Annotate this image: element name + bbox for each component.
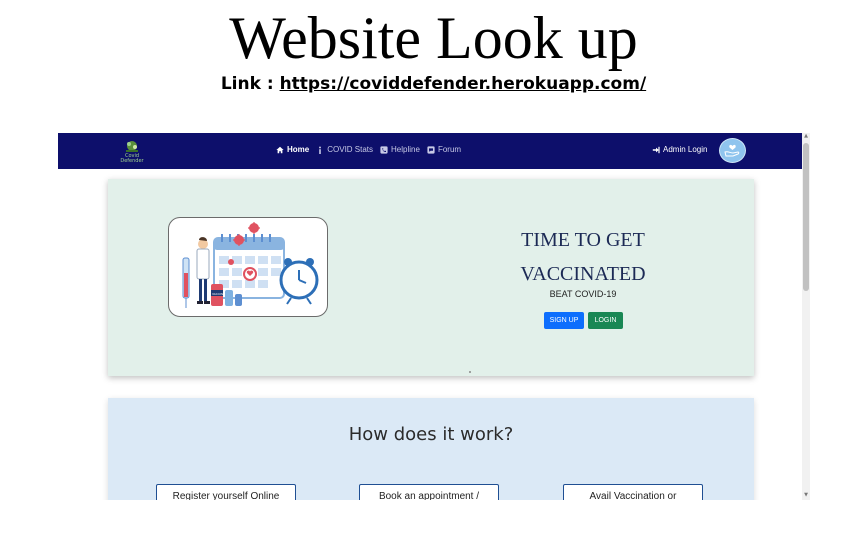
navbar: Covid Defender Home COVID Stats Helpline… [58,133,802,169]
nav-forum[interactable]: Forum [427,145,461,154]
sign-in-icon [652,146,660,153]
step-card-register[interactable]: Register yourself Online [156,484,296,500]
nav-covid-stats[interactable]: COVID Stats [316,145,373,154]
logo-text: Covid Defender [120,153,144,164]
slide-link-line: Link : https://coviddefender.herokuapp.c… [0,74,867,94]
step-card-book[interactable]: Book an appointment / [359,484,499,500]
scrollbar[interactable]: ▲ ▼ [802,133,810,500]
hero-title: TIME TO GET VACCINATED [478,223,688,291]
admin-login-link[interactable]: Admin Login [652,145,707,154]
link-prefix: Link : [220,74,274,94]
vaccine-vial-label: VACCINE [212,292,225,296]
nav-home-label: Home [287,145,310,154]
how-it-works-section: How does it work? Register yourself Onli… [108,398,754,500]
nav-forum-label: Forum [437,145,462,154]
phone-icon [380,145,388,154]
website-screenshot: Covid Defender Home COVID Stats Helpline… [58,133,810,500]
nav-helpline[interactable]: Helpline [380,145,420,154]
slide-title: Website Look up [229,5,638,71]
vaccination-illustration: VACCINE [168,217,328,317]
scroll-down-icon[interactable]: ▼ [803,492,809,498]
hero-card: VACCINE TIME TO GET VACCINATED BEAT COVI… [108,179,754,376]
how-it-works-title: How does it work? [348,424,514,445]
user-avatar[interactable] [719,138,746,163]
nav-helpline-label: Helpline [391,145,420,154]
nav-links: Home COVID Stats Helpline Forum [276,145,461,154]
website-link[interactable]: https://coviddefender.herokuapp.com/ [280,74,647,94]
calendar-doctor-illustration: VACCINE [182,222,319,308]
scrollbar-thumb[interactable] [803,143,809,291]
scroll-up-icon[interactable]: ▲ [803,133,809,139]
signup-button[interactable]: SIGN UP [544,312,584,329]
home-icon [276,146,284,153]
nav-covid-stats-label: COVID Stats [327,145,374,154]
hero-title-line2: VACCINATED [520,263,646,285]
hero-subtitle: BEAT COVID-19 [549,289,617,299]
forum-icon [427,145,435,154]
admin-login-label: Admin Login [663,145,708,154]
hand-heart-icon [724,144,740,157]
hero-title-line1: TIME TO GET [521,229,645,251]
info-icon [319,145,322,154]
step-card-avail[interactable]: Avail Vaccination or [563,484,703,500]
login-button[interactable]: LOGIN [588,312,623,329]
nav-home[interactable]: Home [276,145,309,154]
site-logo[interactable]: Covid Defender [114,139,150,165]
virus-logo-icon [126,141,138,152]
carousel-indicator[interactable] [469,371,471,373]
